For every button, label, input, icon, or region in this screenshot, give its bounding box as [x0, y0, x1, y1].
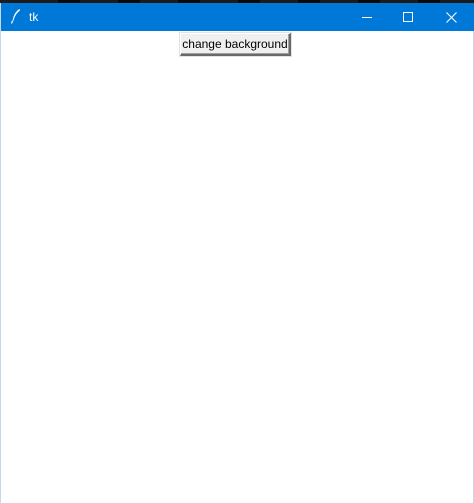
maximize-button[interactable]	[386, 3, 430, 31]
close-button[interactable]	[429, 3, 473, 31]
minimize-icon	[362, 17, 372, 18]
tk-window: tk change background	[0, 3, 474, 503]
feather-icon	[10, 8, 22, 24]
close-icon	[445, 11, 457, 23]
title-bar[interactable]: tk	[1, 3, 474, 31]
change-background-button[interactable]: change background	[180, 33, 291, 56]
window-client-area: change background	[1, 31, 473, 503]
window-title: tk	[29, 10, 39, 24]
maximize-icon	[403, 12, 413, 22]
minimize-button[interactable]	[345, 3, 389, 31]
